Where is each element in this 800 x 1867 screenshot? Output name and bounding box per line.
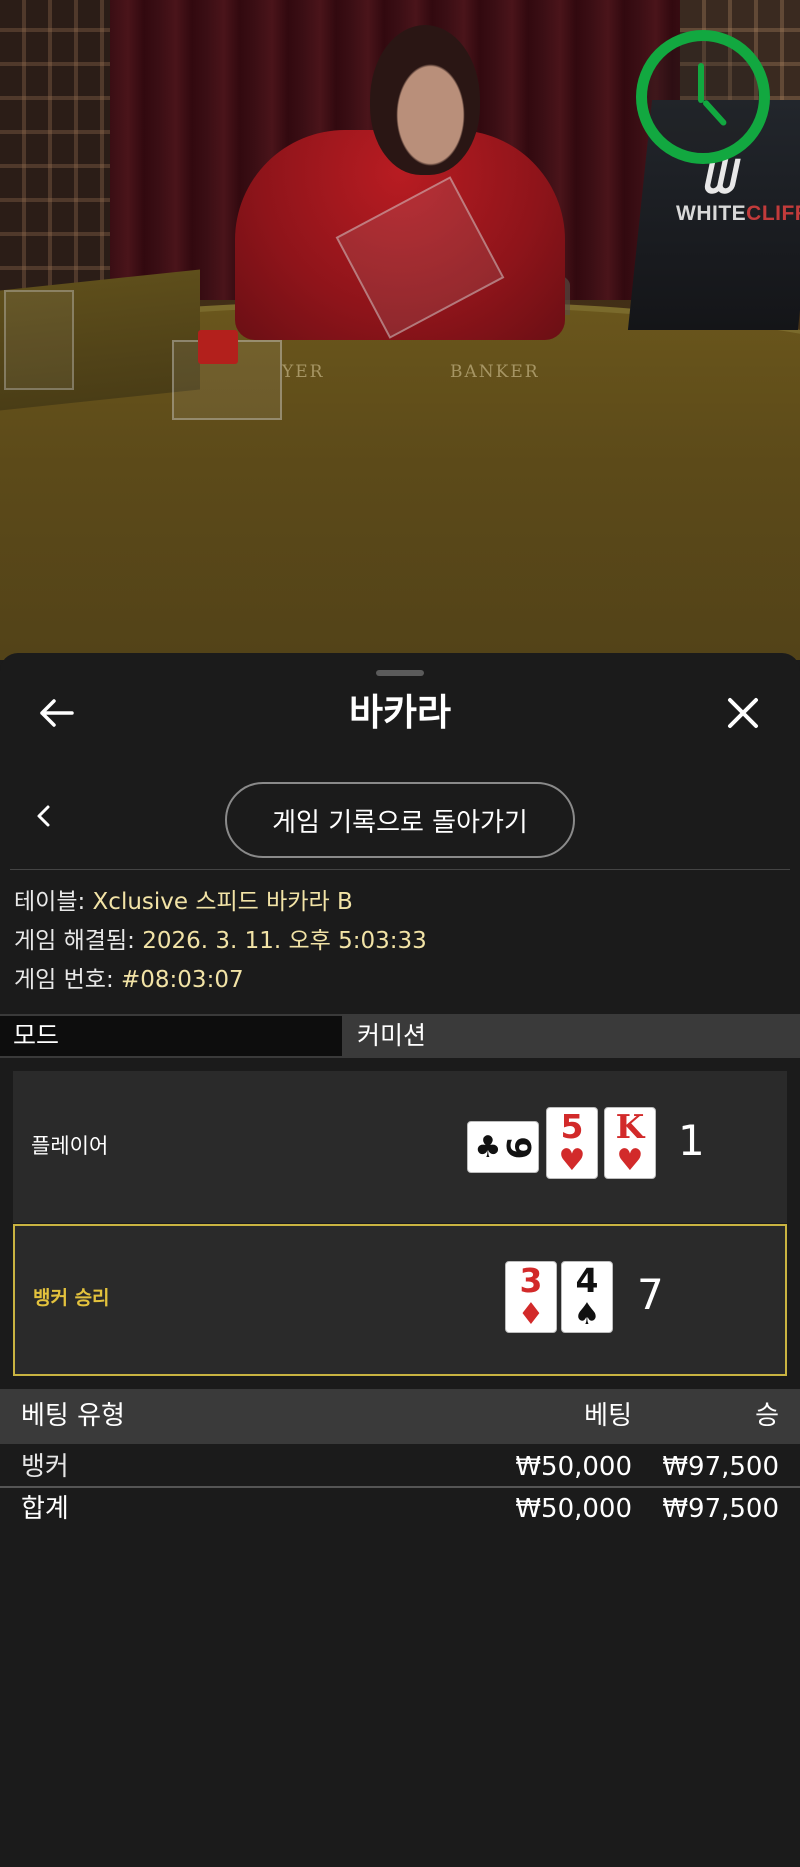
page-title: 바카라 <box>348 691 452 734</box>
win-amount-cell: ₩97,500 <box>662 1452 779 1482</box>
felt-label-player: YER <box>282 362 325 382</box>
bets-table-header: 베팅 유형 베팅 승 <box>0 1389 800 1444</box>
tab-mode[interactable]: 모드 <box>0 1016 344 1056</box>
header-bet-type: 베팅 유형 <box>21 1401 125 1431</box>
chevron-left-icon[interactable] <box>28 801 58 831</box>
sheet-grabber[interactable] <box>376 670 424 676</box>
table-row: 뱅커 ₩50,000 ₩97,500 <box>0 1446 800 1488</box>
banker-card-2: 4 ♠ <box>561 1261 613 1333</box>
divider <box>10 869 790 870</box>
felt-label-banker: BANKER <box>450 362 540 382</box>
close-icon[interactable] <box>723 693 763 733</box>
player-hand: 플레이어 ♣ 9 5 ♥ K ♥ 1 <box>13 1071 787 1223</box>
info-table: 테이블: Xclusive 스피드 바카라 B <box>14 889 353 915</box>
live-video-feed: YER BANKER ᗯ WHITECLIFF <box>0 0 800 660</box>
view-tabs: 모드 커미션 <box>0 1014 800 1058</box>
clock-icon <box>636 30 770 164</box>
total-win: ₩97,500 <box>662 1494 779 1524</box>
info-game-number: 게임 번호: #08:03:07 <box>14 967 244 993</box>
player-card-1: ♣ 9 <box>467 1121 539 1173</box>
banker-score: 7 <box>637 1270 664 1319</box>
player-label: 플레이어 <box>31 1134 109 1158</box>
player-card-3: K ♥ <box>604 1107 656 1179</box>
player-card-2: 5 ♥ <box>546 1107 598 1179</box>
background-lattice-left <box>0 0 110 300</box>
back-to-history-button[interactable]: 게임 기록으로 돌아가기 <box>225 782 575 858</box>
banker-hand: 뱅커 승리 3 ♦ 4 ♠ 7 <box>13 1224 787 1376</box>
dealer-head <box>370 25 480 175</box>
banker-card-1: 3 ♦ <box>505 1261 557 1333</box>
header-bet: 베팅 <box>584 1401 632 1431</box>
player-score: 1 <box>678 1116 705 1165</box>
tab-commission[interactable]: 커미션 <box>344 1016 800 1056</box>
whitecliff-logo-text: WHITECLIFF <box>676 202 800 225</box>
banker-win-label: 뱅커 승리 <box>33 1287 110 1309</box>
info-settled-time: 게임 해결됨: 2026. 3. 11. 오후 5:03:33 <box>14 928 427 954</box>
discard-holder <box>4 290 74 390</box>
total-label: 합계 <box>21 1494 69 1524</box>
header-win: 승 <box>755 1401 779 1431</box>
red-card-deck <box>198 330 238 364</box>
total-row: 합계 ₩50,000 ₩97,500 <box>0 1488 800 1530</box>
total-bet: ₩50,000 <box>515 1494 632 1524</box>
game-history-sheet: 바카라 게임 기록으로 돌아가기 테이블: Xclusive 스피드 바카라 B… <box>0 653 800 1867</box>
bet-amount-cell: ₩50,000 <box>515 1452 632 1482</box>
bet-type-cell: 뱅커 <box>21 1452 69 1482</box>
arrow-left-icon[interactable] <box>36 693 76 733</box>
